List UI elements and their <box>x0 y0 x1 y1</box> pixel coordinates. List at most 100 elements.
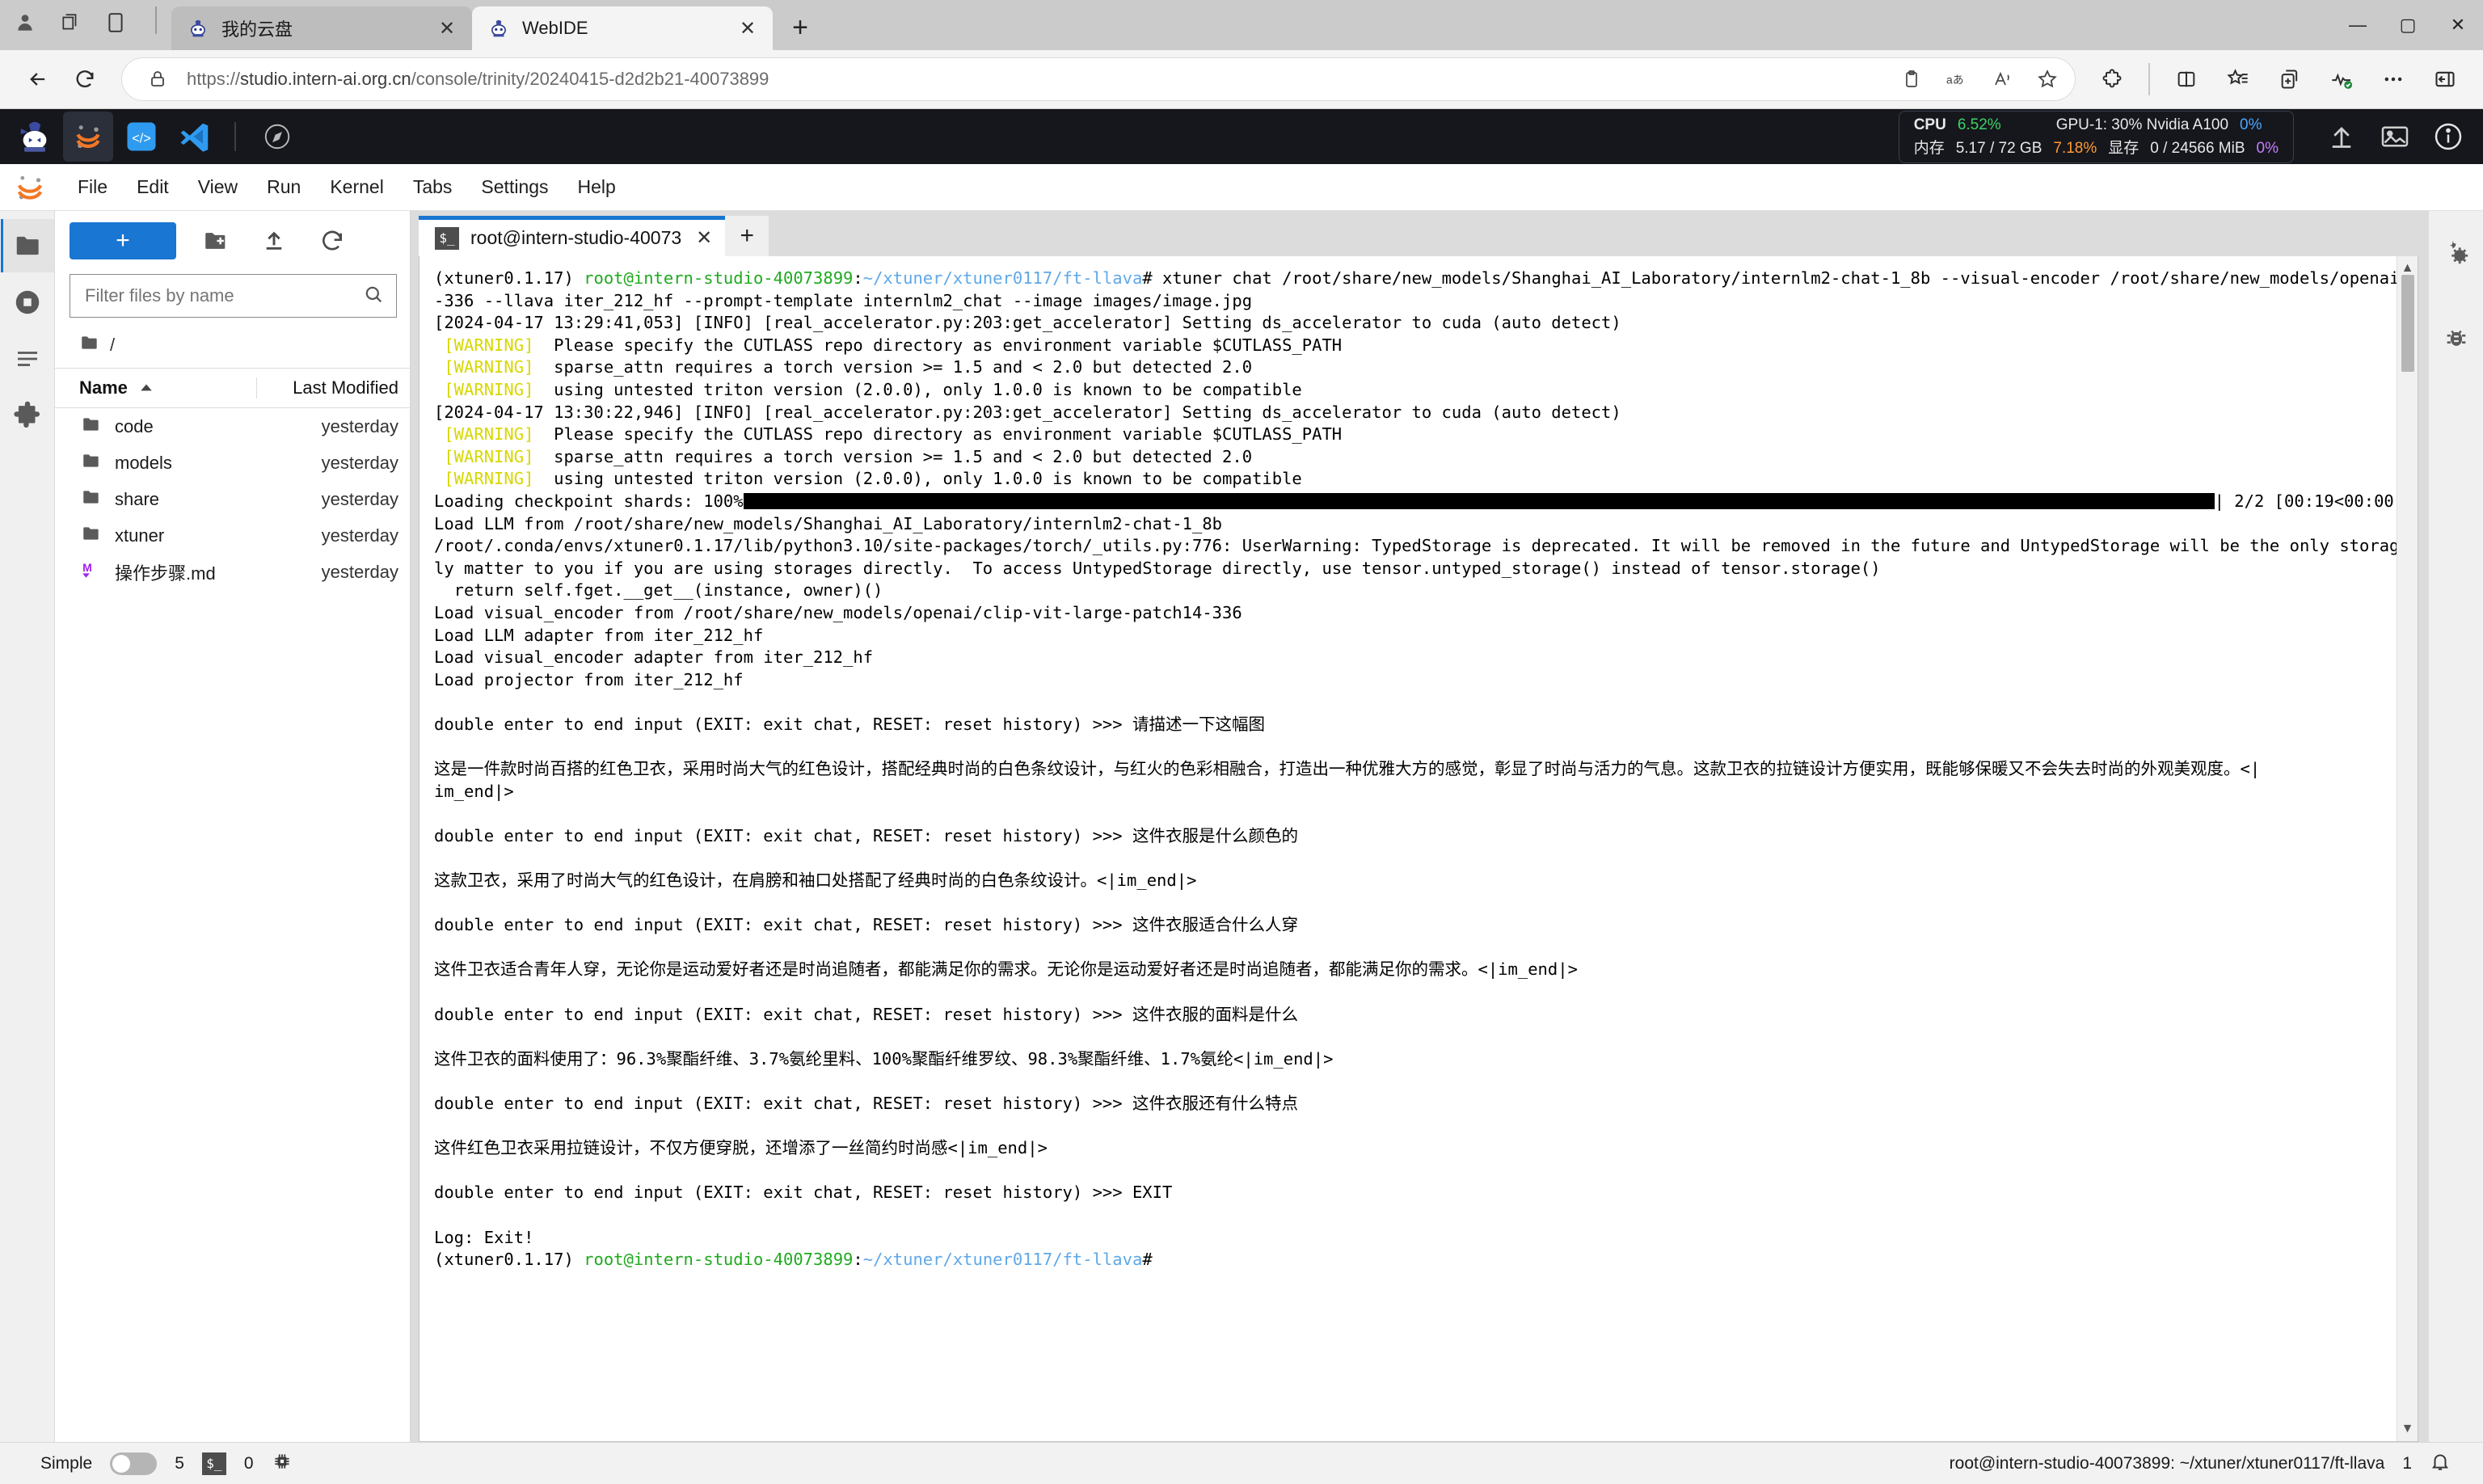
breadcrumb[interactable]: / <box>55 329 410 368</box>
list-item[interactable]: code yesterday <box>55 408 410 445</box>
jupyter-icon[interactable] <box>63 112 113 162</box>
clipboard-icon[interactable] <box>1895 63 1928 95</box>
vertical-tabs-icon[interactable] <box>102 9 129 36</box>
file-list-header-modified[interactable]: Last Modified <box>256 377 410 398</box>
scroll-down-icon[interactable]: ▼ <box>2401 1422 2414 1436</box>
file-name-label: xtuner <box>115 525 165 546</box>
folder-icon <box>79 332 100 358</box>
kernel-icon[interactable] <box>272 1451 293 1477</box>
sidebar-item-debugger[interactable] <box>2430 311 2483 365</box>
new-launcher-button[interactable]: + <box>70 222 176 259</box>
menu-view[interactable]: View <box>183 169 252 206</box>
file-filter-box[interactable] <box>70 274 397 318</box>
list-item[interactable]: M 操作步骤.md yesterday <box>55 554 410 590</box>
stats-row-top: CPU 6.52% GPU-1: 30% Nvidia A100 0% <box>1914 116 2279 134</box>
vram-percent: 0% <box>2256 139 2279 157</box>
reload-icon[interactable] <box>63 57 107 101</box>
close-window-button[interactable]: ✕ <box>2433 0 2483 50</box>
close-icon[interactable]: ✕ <box>734 15 761 42</box>
close-icon[interactable]: ✕ <box>696 226 712 250</box>
upload-icon[interactable] <box>2316 112 2367 162</box>
sidebar-item-extension-manager[interactable] <box>1 389 54 442</box>
collections-add-icon[interactable] <box>2268 57 2312 101</box>
browser-tab-1[interactable]: WebIDE ✕ <box>472 6 773 50</box>
topbar-divider <box>234 122 236 151</box>
scroll-up-icon[interactable]: ▲ <box>2401 261 2414 276</box>
user-message-5: EXIT <box>1132 1183 1173 1203</box>
window-controls: — ▢ ✕ <box>2333 0 2483 50</box>
extensions-icon[interactable] <box>2090 57 2134 101</box>
terminal-warning-1: sparse_attn requires a torch version >= … <box>554 446 1253 466</box>
user-message-3: 这件衣服的面料是什么 <box>1132 1004 1298 1024</box>
menu-file[interactable]: File <box>63 169 122 206</box>
more-options-icon[interactable] <box>2371 57 2415 101</box>
menu-tabs[interactable]: Tabs <box>398 169 467 206</box>
list-item[interactable]: xtuner yesterday <box>55 517 410 554</box>
address-bar-url: https://studio.intern-ai.org.cn/console/… <box>187 69 1882 90</box>
back-icon[interactable] <box>16 57 60 101</box>
add-tab-button[interactable]: + <box>725 216 769 256</box>
sidebar-item-property-inspector[interactable] <box>2430 226 2483 279</box>
profile-icon[interactable] <box>11 9 39 36</box>
intern-logo-icon[interactable] <box>10 112 60 162</box>
simple-mode-toggle[interactable] <box>110 1452 158 1475</box>
app-body: + Filter files by name / Name Last Modif… <box>0 211 2483 1442</box>
split-screen-icon[interactable] <box>2165 57 2208 101</box>
new-tab-button[interactable]: + <box>781 8 820 47</box>
favorite-star-icon[interactable] <box>2031 63 2064 95</box>
maximize-button[interactable]: ▢ <box>2383 0 2433 50</box>
menu-settings[interactable]: Settings <box>466 169 563 206</box>
close-icon[interactable]: ✕ <box>433 15 461 42</box>
info-icon[interactable] <box>2423 112 2473 162</box>
image-gallery-icon[interactable] <box>2370 112 2420 162</box>
file-filter-input[interactable] <box>85 285 362 306</box>
tab-terminal[interactable]: $_ root@intern-studio-40073 ✕ <box>419 216 726 256</box>
menu-kernel[interactable]: Kernel <box>315 169 398 206</box>
list-item[interactable]: models yesterday <box>55 445 410 481</box>
status-bar-left: Simple 5 $_ 0 <box>16 1451 293 1477</box>
address-bar-actions: aあ <box>1895 63 2064 95</box>
menu-run[interactable]: Run <box>252 169 315 206</box>
terminal-load-6: Load visual_encoder adapter from iter_21… <box>434 647 874 668</box>
terminal-output[interactable]: (xtuner0.1.17) root@intern-studio-400738… <box>419 256 2397 1441</box>
vram-label: 显存 <box>2108 139 2139 157</box>
titlebar-divider <box>155 6 157 34</box>
breadcrumb-root-label: / <box>110 335 116 355</box>
upload-files-icon[interactable] <box>255 222 293 259</box>
browser-tab-title: WebIDE <box>522 18 588 38</box>
final-prompt-user: root@intern-studio-40073899 <box>584 1250 854 1270</box>
code-editor-icon[interactable]: </> <box>116 112 167 162</box>
browser-tab-0[interactable]: 我的云盘 ✕ <box>171 6 472 50</box>
file-browser-panel: + Filter files by name / Name Last Modif… <box>55 211 411 1442</box>
tab-collections-icon[interactable] <box>57 9 84 36</box>
scrollbar-thumb[interactable] <box>2401 275 2414 372</box>
terminal-scrollbar[interactable]: ▲ ▼ <box>2397 256 2418 1441</box>
translate-icon[interactable]: aあ <box>1941 63 1973 95</box>
refresh-file-list-icon[interactable] <box>314 222 351 259</box>
status-bar: Simple 5 $_ 0 root@intern-studio-4007389… <box>0 1442 2483 1484</box>
new-folder-icon[interactable] <box>197 222 234 259</box>
compass-icon[interactable] <box>252 112 302 162</box>
browser-essentials-icon[interactable] <box>2320 57 2363 101</box>
menu-help[interactable]: Help <box>563 169 630 206</box>
terminal-load-0: Load LLM from /root/share/new_models/Sha… <box>434 513 1223 533</box>
bell-icon[interactable] <box>2430 1451 2451 1477</box>
sidebar-item-file-browser[interactable] <box>0 219 54 272</box>
warning-tag: [WARNING] <box>444 424 534 445</box>
read-aloud-icon[interactable] <box>1986 63 2018 95</box>
sidebar-toggle-icon[interactable] <box>2423 57 2467 101</box>
menu-edit[interactable]: Edit <box>122 169 183 206</box>
address-bar[interactable]: https://studio.intern-ai.org.cn/console/… <box>121 57 2076 101</box>
assistant-message-0: 这是一件款时尚百搭的红色卫衣，采用时尚大气的红色设计，搭配经典时尚的白色条纹设计… <box>434 759 2261 779</box>
list-item[interactable]: share yesterday <box>55 481 410 517</box>
sidebar-item-running-terminals[interactable] <box>1 276 54 329</box>
notification-count: 1 <box>2402 1453 2412 1473</box>
minimize-button[interactable]: — <box>2333 0 2383 50</box>
cpu-value: 6.52% <box>1957 116 2001 133</box>
sidebar-item-table-of-contents[interactable] <box>1 332 54 386</box>
input-prompt: double enter to end input (EXIT: exit ch… <box>434 1093 1132 1113</box>
vscode-icon[interactable] <box>170 112 220 162</box>
favorites-list-icon[interactable] <box>2216 57 2260 101</box>
url-host: studio.intern-ai.org.cn <box>240 69 411 89</box>
file-list-header-name[interactable]: Name <box>55 377 256 398</box>
